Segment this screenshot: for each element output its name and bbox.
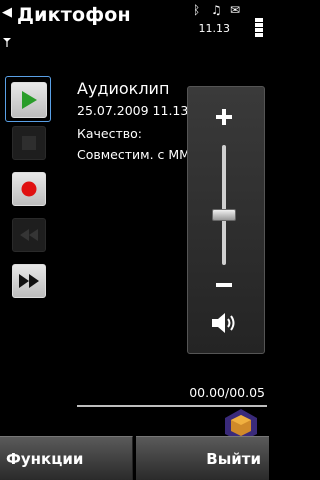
rewind-button[interactable]	[12, 218, 46, 252]
time-display: 00.00/00.05	[189, 385, 265, 400]
battery-icon	[255, 18, 263, 37]
app-title: Диктофон	[17, 4, 131, 26]
clock: 11.13	[198, 22, 231, 35]
signal-antenna-icon	[3, 38, 11, 47]
rewind-icon	[20, 229, 38, 241]
record-icon	[21, 181, 37, 197]
stop-icon	[22, 136, 36, 150]
exit-softkey[interactable]: Выйти	[136, 436, 269, 480]
volume-slider-handle[interactable]	[212, 209, 236, 221]
headset-icon: ♫	[211, 3, 222, 17]
quality-value: Совместим. с ММ	[77, 147, 190, 162]
play-button-focus[interactable]	[5, 76, 51, 122]
fast-forward-icon	[19, 274, 39, 288]
plus-icon[interactable]	[216, 109, 232, 125]
clip-date: 25.07.2009 11.13	[77, 103, 189, 118]
volume-slider-track[interactable]	[222, 145, 226, 265]
play-icon	[22, 91, 37, 109]
volume-popup	[187, 86, 265, 354]
stop-button[interactable]	[12, 126, 46, 160]
status-bar: ◀ Диктофон ᛒ ♫ ✉ 11.13	[0, 0, 270, 47]
record-button[interactable]	[12, 172, 46, 206]
minus-icon[interactable]	[216, 283, 232, 287]
bluetooth-icon: ᛒ	[193, 3, 201, 17]
play-button[interactable]	[11, 82, 47, 118]
clip-title: Аудиоклип	[77, 79, 170, 98]
email-icon: ✉	[230, 3, 241, 17]
options-softkey[interactable]: Функции	[0, 436, 133, 480]
quality-label: Качество:	[77, 126, 142, 141]
back-arrow-icon[interactable]: ◀	[2, 5, 12, 20]
fast-forward-button[interactable]	[12, 264, 46, 298]
speaker-icon	[212, 313, 235, 333]
